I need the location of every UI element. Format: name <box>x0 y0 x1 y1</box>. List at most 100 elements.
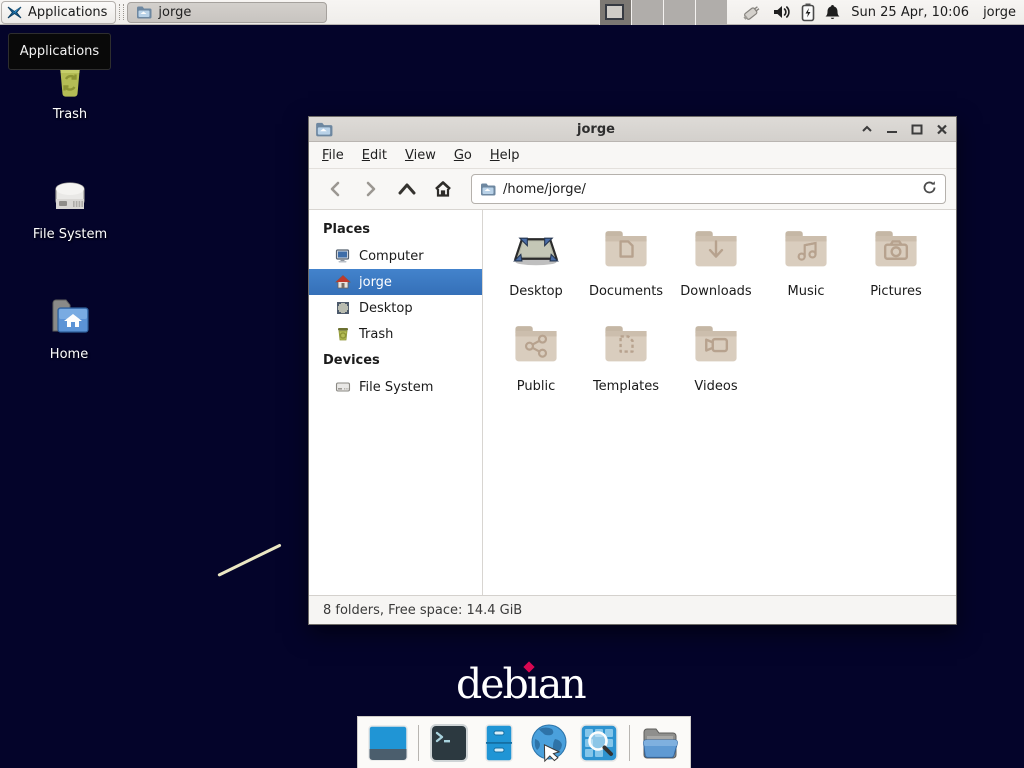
window-statusbar: 8 folders, Free space: 14.4 GiB <box>309 595 956 624</box>
file-view[interactable]: Desktop Documents <box>483 210 956 595</box>
window-menubar: File Edit View Go Help <box>309 142 956 169</box>
volume-icon[interactable] <box>772 3 792 21</box>
maximize-button[interactable] <box>909 121 925 137</box>
terminal-button[interactable] <box>429 723 469 763</box>
home-button[interactable] <box>427 174 459 204</box>
folder-icon <box>136 5 152 19</box>
stray-line-artifact <box>217 543 281 576</box>
public-folder-icon <box>510 318 562 370</box>
folder-item-templates[interactable]: Templates <box>581 312 671 407</box>
hard-drive-icon <box>335 379 351 395</box>
forward-button[interactable] <box>355 174 387 204</box>
music-folder-icon <box>780 223 832 275</box>
statusbar-text: 8 folders, Free space: 14.4 GiB <box>323 603 522 618</box>
desktop-icon-home[interactable]: Home <box>14 293 124 362</box>
file-manager-window: jorge File Edit View Go Help <box>308 116 957 625</box>
folder-item-music[interactable]: Music <box>761 217 851 312</box>
panel-username[interactable]: jorge <box>983 5 1016 20</box>
menu-help[interactable]: Help <box>481 144 529 167</box>
terminal-icon <box>429 723 469 763</box>
sidebar-item-label: Computer <box>359 249 424 264</box>
sidebar-item-label: Desktop <box>359 301 413 316</box>
sidebar-item-label: jorge <box>359 275 392 290</box>
applications-menu-label: Applications <box>28 5 107 20</box>
menu-view[interactable]: View <box>396 144 445 167</box>
sidebar-item-jorge[interactable]: jorge <box>309 269 482 295</box>
battery-icon[interactable] <box>801 3 815 22</box>
menu-edit[interactable]: Edit <box>353 144 396 167</box>
sidebar-item-label: Trash <box>359 327 393 342</box>
workspace-window-thumb <box>605 4 624 20</box>
window-title: jorge <box>333 122 859 137</box>
applications-menu-button[interactable]: Applications <box>1 1 116 24</box>
web-browser-icon <box>529 723 569 763</box>
workspace-1[interactable] <box>599 0 631 25</box>
close-button[interactable] <box>934 121 950 137</box>
folder-item-downloads[interactable]: Downloads <box>671 217 761 312</box>
menu-go[interactable]: Go <box>445 144 481 167</box>
sidebar: Places Computer jo <box>309 210 483 595</box>
back-button[interactable] <box>319 174 351 204</box>
web-browser-button[interactable] <box>529 723 569 763</box>
folder-shortcut-button[interactable] <box>640 723 680 763</box>
desktop-root: Applications jorge <box>0 0 1024 768</box>
sidebar-item-desktop[interactable]: Desktop <box>309 295 482 321</box>
app-finder-icon <box>579 723 619 763</box>
workspace-4[interactable] <box>695 0 727 25</box>
downloads-folder-icon <box>690 223 742 275</box>
folder-label: Downloads <box>680 284 751 299</box>
folder-label: Documents <box>589 284 663 299</box>
folder-item-documents[interactable]: Documents <box>581 217 671 312</box>
folder-label: Videos <box>694 379 737 394</box>
sidebar-item-trash[interactable]: Trash <box>309 321 482 347</box>
application-finder-button[interactable] <box>579 723 619 763</box>
window-titlebar[interactable]: jorge <box>309 117 956 142</box>
location-bar[interactable]: /home/jorge/ <box>471 174 946 204</box>
applications-tooltip: Applications <box>8 33 111 70</box>
templates-folder-icon <box>600 318 652 370</box>
folder-item-desktop[interactable]: Desktop <box>491 217 581 312</box>
folder-label: Pictures <box>870 284 921 299</box>
minimize-button[interactable] <box>884 121 900 137</box>
shade-button[interactable] <box>859 121 875 137</box>
desktop-icon-label: Home <box>14 347 124 362</box>
bottom-dock <box>357 716 691 768</box>
desktop-icon-label: Trash <box>15 107 125 122</box>
taskbar-window-button[interactable]: jorge <box>127 2 327 23</box>
hard-drive-icon <box>46 173 94 221</box>
up-button[interactable] <box>391 174 423 204</box>
videos-folder-icon <box>690 318 742 370</box>
system-tray <box>741 2 841 22</box>
desktop-icon-label: File System <box>15 227 125 242</box>
panel-grip <box>119 4 124 20</box>
folder-item-public[interactable]: Public <box>491 312 581 407</box>
documents-folder-icon <box>600 223 652 275</box>
location-path-text[interactable]: /home/jorge/ <box>503 182 915 197</box>
workspace-3[interactable] <box>663 0 695 25</box>
folder-label: Music <box>788 284 825 299</box>
folder-item-videos[interactable]: Videos <box>671 312 761 407</box>
debian-logo: debıan <box>456 660 585 708</box>
desktop-icon-file-system[interactable]: File System <box>15 173 125 242</box>
debian-logo-text: debıan <box>456 660 585 708</box>
sidebar-item-label: File System <box>359 380 433 395</box>
folder-item-pictures[interactable]: Pictures <box>851 217 941 312</box>
reload-button[interactable] <box>922 180 937 199</box>
workspace-2[interactable] <box>631 0 663 25</box>
home-folder-icon <box>45 293 93 341</box>
sidebar-item-computer[interactable]: Computer <box>309 243 482 269</box>
trash-icon <box>335 326 351 342</box>
file-manager-button[interactable] <box>479 723 519 763</box>
plug-icon[interactable] <box>741 2 763 22</box>
pictures-folder-icon <box>870 223 922 275</box>
dock-separator <box>418 725 419 761</box>
window-icon <box>315 121 333 137</box>
sidebar-item-file-system[interactable]: File System <box>309 374 482 400</box>
computer-icon <box>335 248 351 264</box>
bell-icon[interactable] <box>824 3 841 22</box>
show-desktop-button[interactable] <box>368 723 408 763</box>
dock-separator <box>629 725 630 761</box>
desktop-icon <box>335 300 351 316</box>
panel-clock[interactable]: Sun 25 Apr, 10:06 <box>851 5 969 20</box>
menu-file[interactable]: File <box>313 144 353 167</box>
